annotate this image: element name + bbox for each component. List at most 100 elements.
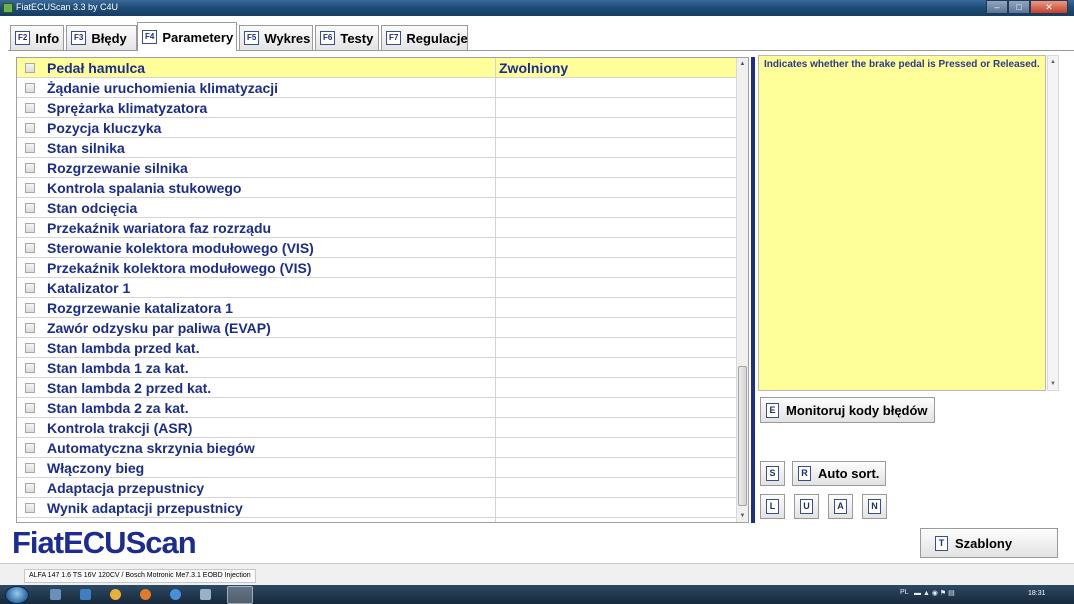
close-button[interactable]: ✕ <box>1030 0 1068 14</box>
scroll-up-arrow-icon[interactable]: ▲ <box>737 58 748 70</box>
table-row[interactable]: Rozgrzewanie silnika <box>17 158 737 178</box>
row-checkbox[interactable] <box>25 403 35 413</box>
n-button[interactable]: N <box>862 494 887 519</box>
table-row[interactable]: Stan lambda 1 za kat. <box>17 358 737 378</box>
table-row[interactable]: Wynik adaptacji przepustnicy <box>17 498 737 518</box>
s-button[interactable]: S <box>760 461 785 486</box>
row-checkbox[interactable] <box>25 63 35 73</box>
tray-icons[interactable]: ▬ ▲ ◉ ⚑ ▤ <box>914 589 955 597</box>
row-checkbox[interactable] <box>25 243 35 253</box>
ie-icon[interactable] <box>170 589 181 600</box>
parameter-name: Włączony bieg <box>47 460 145 476</box>
table-row[interactable]: Żądanie uruchomienia klimatyzacji <box>17 78 737 98</box>
table-row[interactable]: Stan lambda przed kat. <box>17 338 737 358</box>
parameter-name: Zawór odzysku par paliwa (EVAP) <box>47 320 271 336</box>
table-row[interactable]: Kontrola spalania stukowego <box>17 178 737 198</box>
a-button[interactable]: A <box>828 494 853 519</box>
button-label: Auto sort. <box>818 466 880 481</box>
tab-wykres[interactable]: F5 Wykres <box>239 25 313 50</box>
table-row[interactable]: Sterowanie kolektora modułowego (VIS) <box>17 238 737 258</box>
row-checkbox[interactable] <box>25 223 35 233</box>
row-checkbox[interactable] <box>25 283 35 293</box>
row-checkbox[interactable] <box>25 183 35 193</box>
tool-icon[interactable] <box>200 589 211 600</box>
row-checkbox[interactable] <box>25 103 35 113</box>
table-row[interactable]: Przekaźnik kolektora modułowego (VIS) <box>17 258 737 278</box>
parameter-name: Katalizator 1 <box>47 280 131 296</box>
scroll-down-arrow-icon[interactable]: ▼ <box>737 510 748 522</box>
row-checkbox[interactable] <box>25 343 35 353</box>
firefox-icon[interactable] <box>140 589 151 600</box>
u-button[interactable]: U <box>794 494 819 519</box>
table-row[interactable]: Kontrola trakcji (ASR) <box>17 418 737 438</box>
table-row[interactable]: Adaptacja przepustnicy <box>17 478 737 498</box>
row-checkbox[interactable] <box>25 123 35 133</box>
chrome-icon[interactable] <box>110 589 121 600</box>
parameter-description: Indicates whether the brake pedal is Pre… <box>758 55 1046 391</box>
tab-info[interactable]: F2 Info <box>10 25 64 50</box>
l-button[interactable]: L <box>760 494 785 519</box>
row-checkbox[interactable] <box>25 163 35 173</box>
auto-sort-button[interactable]: R Auto sort. <box>792 461 886 486</box>
table-row[interactable]: Stan odcięcia <box>17 198 737 218</box>
description-scrollbar[interactable]: ▲ ▼ <box>1047 55 1059 391</box>
tab-parametery[interactable]: F4 Parametery <box>137 22 237 51</box>
row-checkbox[interactable] <box>25 303 35 313</box>
table-row[interactable]: Przekaźnik wariatora faz rozrządu <box>17 218 737 238</box>
tab-regulacje[interactable]: F7 Regulacje <box>381 25 468 50</box>
table-row[interactable]: Rozgrzewanie katalizatora 1 <box>17 298 737 318</box>
table-scrollbar[interactable]: ▲ ▼ <box>736 58 748 522</box>
fiatecuscan-taskbar-item[interactable] <box>227 586 253 604</box>
maximize-button[interactable]: □ <box>1008 0 1030 14</box>
tab-testy[interactable]: F6 Testy <box>315 25 379 50</box>
title-bar: FiatECUScan 3.3 by C4U – □ ✕ <box>0 0 1074 16</box>
row-checkbox[interactable] <box>25 363 35 373</box>
taskbar: PL ▬ ▲ ◉ ⚑ ▤ 18:31 <box>0 585 1074 604</box>
parameter-name: Stan silnika <box>47 140 125 156</box>
row-checkbox[interactable] <box>25 503 35 513</box>
table-row[interactable]: Zawór odzysku par paliwa (EVAP) <box>17 318 737 338</box>
table-row[interactable]: Stan silnika <box>17 138 737 158</box>
column-divider <box>495 58 496 522</box>
row-checkbox[interactable] <box>25 443 35 453</box>
parameter-name: Stan lambda 1 za kat. <box>47 360 189 376</box>
table-row[interactable]: Katalizator 1 <box>17 278 737 298</box>
explorer-icon[interactable] <box>50 589 61 600</box>
row-checkbox[interactable] <box>25 483 35 493</box>
row-checkbox[interactable] <box>25 143 35 153</box>
parameter-value: Zwolniony <box>499 60 569 76</box>
row-checkbox[interactable] <box>25 203 35 213</box>
table-row[interactable]: Automatyczna skrzynia biegów <box>17 438 737 458</box>
tab-key-f7: F7 <box>386 31 402 45</box>
tab-bledy[interactable]: F3 Błędy <box>66 25 137 50</box>
tab-label: Testy <box>340 30 374 46</box>
row-checkbox[interactable] <box>25 323 35 333</box>
minimize-button[interactable]: – <box>986 0 1008 14</box>
table-row[interactable]: Pozycja kluczyka <box>17 118 737 138</box>
panel-splitter[interactable] <box>751 57 755 523</box>
tab-label: Błędy <box>91 30 127 46</box>
tab-key-f5: F5 <box>244 31 260 45</box>
table-row[interactable]: Włączony bieg <box>17 458 737 478</box>
language-indicator[interactable]: PL <box>900 589 909 596</box>
monitor-error-codes-button[interactable]: E Monitoruj kody błędów <box>760 397 935 423</box>
row-checkbox[interactable] <box>25 423 35 433</box>
row-checkbox[interactable] <box>25 83 35 93</box>
scroll-up-arrow-icon[interactable]: ▲ <box>1048 56 1058 68</box>
scroll-down-arrow-icon[interactable]: ▼ <box>1048 378 1058 390</box>
parameter-name: Pozycja kluczyka <box>47 120 162 136</box>
row-checkbox[interactable] <box>25 263 35 273</box>
app-icon <box>3 3 13 13</box>
table-row[interactable]: Stan lambda 2 za kat. <box>17 398 737 418</box>
table-row[interactable]: Pedał hamulca Zwolniony <box>17 58 737 78</box>
row-checkbox[interactable] <box>25 463 35 473</box>
row-checkbox[interactable] <box>25 383 35 393</box>
media-icon[interactable] <box>80 589 91 600</box>
table-row[interactable]: Sprężarka klimatyzatora <box>17 98 737 118</box>
scroll-thumb[interactable] <box>738 366 747 506</box>
tab-label: Parametery <box>162 29 234 45</box>
table-row[interactable]: Stan lambda 2 przed kat. <box>17 378 737 398</box>
szablony-button[interactable]: T Szablony <box>920 528 1058 558</box>
start-button[interactable] <box>5 586 29 604</box>
parameter-name: Stan odcięcia <box>47 200 138 216</box>
